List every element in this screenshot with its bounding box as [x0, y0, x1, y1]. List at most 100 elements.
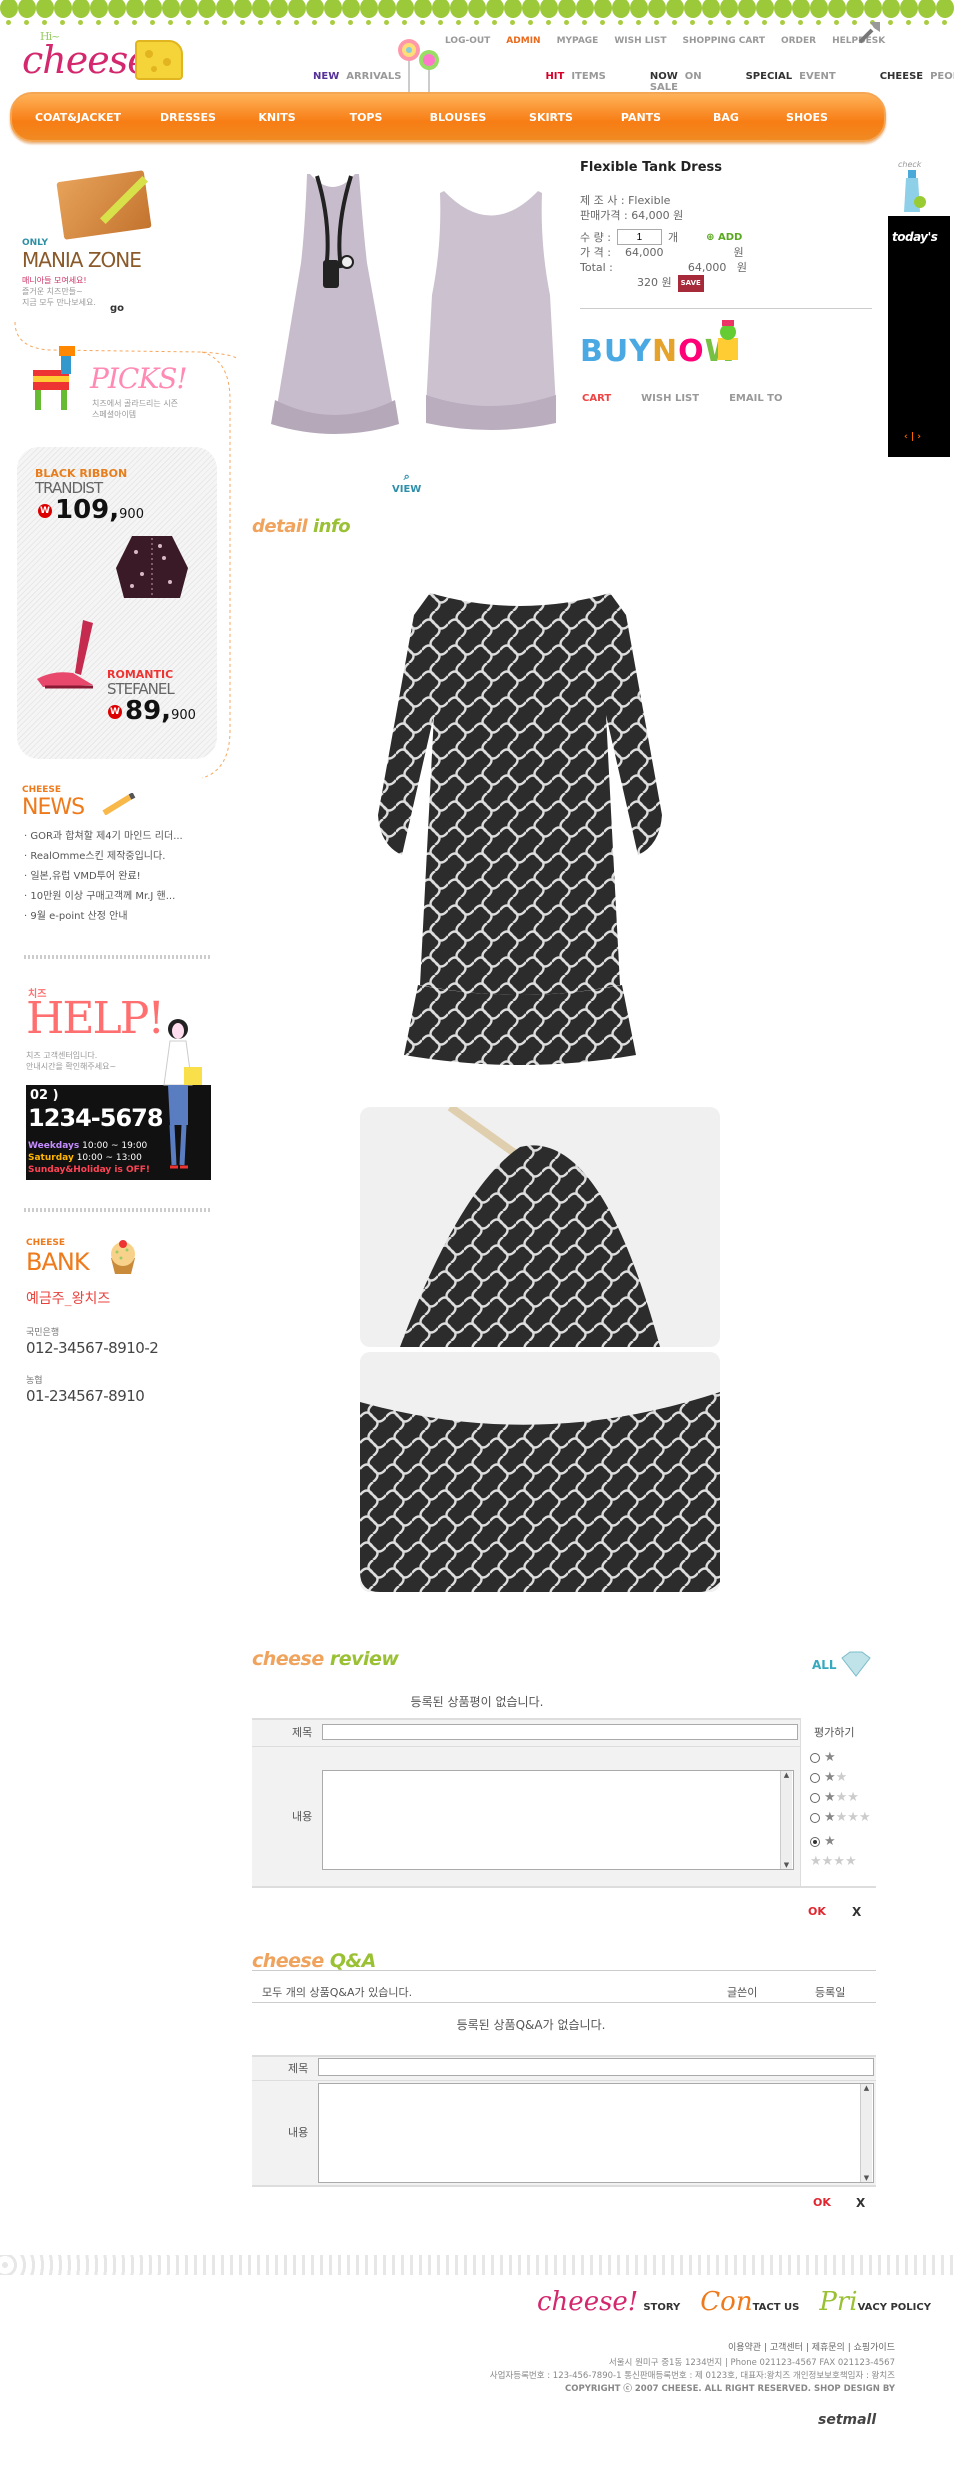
sub-menu-cheese-people[interactable]: CHEESE PEOPLE	[880, 71, 954, 93]
cupcake-icon	[111, 1240, 135, 1274]
top-menu-admin[interactable]: ADMIN	[506, 36, 540, 46]
rating-radio[interactable]	[810, 1773, 820, 1783]
todays-nav-arrows[interactable]: ‹ | ›	[904, 432, 921, 442]
scallop	[252, 0, 270, 18]
nav-coat-jacket[interactable]: COAT&JACKET	[12, 111, 144, 124]
divider	[252, 2002, 876, 2003]
scallop-dot	[150, 20, 155, 25]
product-title: Flexible Tank Dress	[580, 160, 722, 175]
sub-menu-on-sale[interactable]: NOW ON SALE	[650, 71, 702, 93]
footer-contact-link[interactable]: ConTACT US	[700, 2287, 799, 2317]
news-item[interactable]: · 일본,유럽 VMD투어 완료!	[24, 867, 224, 887]
scallop	[918, 0, 936, 18]
scallop	[576, 0, 594, 18]
news-label: CHEESE	[22, 785, 62, 795]
nav-dresses[interactable]: DRESSES	[144, 111, 232, 124]
textarea-scrollbar[interactable]: ▲ ▼	[780, 1771, 792, 1869]
jacket-image[interactable]	[112, 528, 192, 603]
review-title-input[interactable]	[322, 1724, 798, 1740]
top-menu-logout[interactable]: LOG-OUT	[445, 36, 490, 46]
cart-button[interactable]: CART	[582, 393, 611, 404]
nav-skirts[interactable]: SKIRTS	[506, 111, 596, 124]
review-ok-button[interactable]: OK	[808, 1905, 826, 1918]
scallop-dot	[276, 20, 281, 25]
textarea-scrollbar[interactable]: ▲ ▼	[860, 2084, 872, 2182]
review-all-link[interactable]: ALL	[812, 1658, 837, 1672]
scallop	[450, 0, 468, 18]
view-button[interactable]: ⌕ VIEW	[392, 470, 421, 495]
scallop	[702, 0, 720, 18]
footer-privacy-link[interactable]: PriVACY POLICY	[819, 2287, 931, 2317]
product-actions: CART WISH LIST EMAIL TO	[582, 393, 783, 404]
sub-menu-special-event[interactable]: SPECIAL EVENT	[746, 71, 836, 93]
won-icon: W	[38, 503, 52, 518]
scallop	[198, 0, 216, 18]
rating-option-4[interactable]: ★ ★★★	[810, 1808, 874, 1828]
rating-radio-selected[interactable]	[810, 1837, 820, 1847]
nav-knits[interactable]: KNITS	[232, 111, 322, 124]
rating-radio[interactable]	[810, 1753, 820, 1763]
review-empty-message: 등록된 상품평이 없습니다.	[410, 1695, 544, 1709]
qna-ok-button[interactable]: OK	[813, 2196, 831, 2209]
scallop-dot	[924, 20, 929, 25]
news-item[interactable]: · GOR과 합쳐할 제4기 마인드 리더...	[24, 827, 224, 847]
news-item[interactable]: · RealOmme스킨 제작중입니다.	[24, 847, 224, 867]
mania-zone-title[interactable]: MANIA ZONE	[22, 248, 142, 272]
shoe-image[interactable]	[33, 615, 103, 695]
nav-blouses[interactable]: BLOUSES	[410, 111, 506, 124]
sub-menu-hit-items[interactable]: HIT ITEMS	[545, 71, 605, 93]
scallop	[756, 0, 774, 18]
sub-menu-new-arrivals[interactable]: NEW ARRIVALS	[313, 71, 401, 93]
scallop	[216, 0, 234, 18]
wishlist-button[interactable]: WISH LIST	[641, 393, 699, 404]
designer-logo[interactable]: setmall	[818, 2412, 876, 2428]
rating-option-5[interactable]: ★ ★★★★	[810, 1832, 874, 1872]
footer-utility-links[interactable]: 이용약관 | 고객센터 | 제휴문의 | 쇼핑가이드	[0, 2340, 895, 2353]
scallop	[486, 0, 504, 18]
top-menu-cart[interactable]: SHOPPING CART	[682, 36, 765, 46]
qna-cancel-button[interactable]: X	[856, 2196, 865, 2210]
help-desc: 치즈 고객센터입니다. 안내시간을 확인해주세요~	[26, 1051, 117, 1071]
rating-radio[interactable]	[810, 1813, 820, 1823]
product-info: 제 조 사 : Flexible 판매가격 : 64,000 원 수 량 :개⊕…	[580, 193, 747, 292]
scallop	[144, 0, 162, 18]
scallop	[342, 0, 360, 18]
toy-icon	[718, 320, 738, 360]
help-area-code: 02 )	[30, 1088, 59, 1103]
picks-title[interactable]: PICKS!	[90, 362, 188, 395]
qna-content-textarea[interactable]	[318, 2083, 874, 2183]
mania-go-button[interactable]: go	[110, 303, 124, 314]
scallop	[108, 0, 126, 18]
rating-option-1[interactable]: ★	[810, 1748, 874, 1768]
nav-pants[interactable]: PANTS	[596, 111, 686, 124]
top-menu-wishlist[interactable]: WISH LIST	[614, 36, 666, 46]
review-cancel-button[interactable]: X	[852, 1905, 861, 1919]
email-to-button[interactable]: EMAIL TO	[729, 393, 782, 404]
rating-option-3[interactable]: ★ ★★	[810, 1788, 874, 1808]
scallop-dot	[762, 20, 767, 25]
product-back-image[interactable]	[416, 185, 566, 435]
scallop-dot	[60, 20, 65, 25]
news-item[interactable]: · 9월 e-point 산정 안내	[24, 907, 224, 927]
review-content-textarea[interactable]	[322, 1770, 794, 1870]
nav-tops[interactable]: TOPS	[322, 111, 410, 124]
qna-title-label: 제목	[288, 2062, 309, 2075]
quantity-input[interactable]	[616, 229, 662, 245]
qna-title-input[interactable]	[318, 2058, 874, 2076]
news-item[interactable]: · 10만원 이상 구매고객께 Mr.J 핸...	[24, 887, 224, 907]
top-menu-mypage[interactable]: MYPAGE	[557, 36, 599, 46]
footer-story-link[interactable]: cheese! STORY	[537, 2287, 680, 2317]
product-main-image[interactable]	[255, 168, 410, 438]
add-button[interactable]: ⊕ ADD	[706, 230, 742, 245]
scallop-dot	[204, 20, 209, 25]
rating-radio[interactable]	[810, 1793, 820, 1803]
rating-option-2[interactable]: ★ ★	[810, 1768, 874, 1788]
detail-info-heading: detail info	[252, 516, 351, 537]
scallop-dot	[456, 20, 461, 25]
scallop	[630, 0, 648, 18]
nav-bag[interactable]: BAG	[686, 111, 766, 124]
divider	[24, 1208, 212, 1212]
save-badge[interactable]: SAVE	[677, 275, 704, 292]
top-menu-order[interactable]: ORDER	[781, 36, 816, 46]
nav-shoes[interactable]: SHOES	[766, 111, 848, 124]
